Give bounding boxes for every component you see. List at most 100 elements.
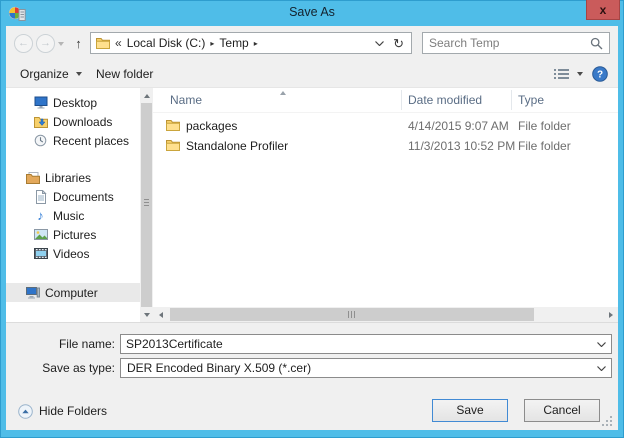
navigation-bar: ← → ↑ « Local Disk (C:) ▸ Temp ▸ ↻ Searc…: [6, 26, 618, 60]
triangle-down-icon: [143, 312, 150, 317]
scrollbar-grip: [144, 199, 149, 206]
file-name: Standalone Profiler: [186, 139, 289, 153]
scroll-right-button[interactable]: [603, 307, 618, 322]
titlebar: Save As x: [0, 0, 624, 26]
sidebar-scrollbar[interactable]: [140, 88, 153, 322]
chevron-down-icon[interactable]: [597, 342, 606, 347]
file-name: packages: [186, 119, 238, 133]
documents-icon: [33, 189, 48, 204]
new-folder-button[interactable]: New folder: [96, 60, 153, 87]
back-icon: ←: [18, 37, 29, 49]
svg-text:?: ?: [597, 70, 603, 81]
save-as-dialog: Save As x ← → ↑ « Local Disk (C:) ▸ Temp…: [0, 0, 624, 438]
forward-button[interactable]: →: [36, 34, 55, 53]
column-header-date-modified[interactable]: Date modified: [408, 88, 482, 112]
organize-label: Organize: [20, 66, 69, 81]
computer-icon: [25, 286, 40, 299]
address-bar-controls: ↻: [375, 37, 406, 50]
sidebar-item-computer[interactable]: Computer: [6, 283, 140, 302]
sidebar-item-label: Documents: [53, 189, 114, 204]
sidebar-item-label: Downloads: [53, 114, 113, 129]
sidebar-item-downloads[interactable]: Downloads: [6, 112, 140, 131]
triangle-right-icon: [608, 311, 613, 318]
address-dropdown-icon[interactable]: [375, 40, 385, 46]
sort-ascending-icon: [280, 91, 286, 95]
scroll-up-button[interactable]: [140, 88, 153, 103]
triangle-left-icon: [158, 311, 163, 318]
back-button[interactable]: ←: [14, 34, 33, 53]
music-icon: ♪: [37, 208, 44, 223]
resize-grip-icon[interactable]: [602, 416, 613, 427]
scrollbar-thumb[interactable]: [170, 308, 534, 321]
search-box[interactable]: [422, 32, 610, 54]
file-list-horizontal-scrollbar[interactable]: [153, 307, 618, 322]
organize-button[interactable]: Organize: [20, 60, 82, 87]
breadcrumb-separator-icon[interactable]: ▸: [254, 39, 258, 48]
command-toolbar: Organize New folder ?: [6, 60, 618, 88]
up-one-level-button[interactable]: ↑: [69, 34, 88, 53]
navigation-sidebar: Desktop Downloads Recent places Librarie…: [6, 88, 140, 322]
save-button[interactable]: Save: [432, 399, 508, 422]
column-header-type[interactable]: Type: [518, 88, 544, 112]
sidebar-item-label: Desktop: [53, 95, 98, 110]
view-list-icon[interactable]: [554, 68, 569, 80]
column-header-name[interactable]: Name: [170, 88, 202, 112]
close-icon: x: [599, 2, 607, 17]
sidebar-item-music[interactable]: ♪ Music: [6, 206, 140, 225]
close-button[interactable]: x: [586, 0, 620, 20]
hide-folders-label: Hide Folders: [39, 404, 108, 418]
recent-locations-dropdown-icon[interactable]: [58, 42, 64, 46]
help-icon[interactable]: ?: [592, 66, 608, 82]
file-row-packages[interactable]: packages 4/14/2015 9:07 AM File folder: [153, 116, 618, 136]
new-folder-label: New folder: [96, 66, 154, 81]
downloads-icon: [33, 116, 48, 128]
chevron-down-icon[interactable]: [597, 366, 606, 371]
save-button-label: Save: [456, 403, 484, 417]
cancel-button-label: Cancel: [543, 403, 581, 417]
hide-folders-button[interactable]: Hide Folders: [18, 401, 107, 421]
search-icon[interactable]: [590, 37, 603, 50]
file-name-combo[interactable]: [120, 334, 612, 354]
folder-icon: [166, 119, 180, 134]
address-bar[interactable]: « Local Disk (C:) ▸ Temp ▸ ↻: [90, 32, 412, 54]
scrollbar-thumb[interactable]: [141, 103, 152, 307]
desktop-icon: [33, 96, 48, 109]
sidebar-item-label: Libraries: [45, 170, 92, 185]
sidebar-item-videos[interactable]: Videos: [6, 244, 140, 263]
sidebar-item-documents[interactable]: Documents: [6, 187, 140, 206]
file-list: Name Date modified Type packages 4/14/20…: [153, 88, 618, 322]
cancel-button[interactable]: Cancel: [524, 399, 600, 422]
save-as-type-combo[interactable]: DER Encoded Binary X.509 (*.cer): [120, 358, 612, 378]
scroll-left-button[interactable]: [153, 307, 168, 322]
file-row-standalone-profiler[interactable]: Standalone Profiler 11/3/2013 10:52 PM F…: [153, 136, 618, 156]
scrollbar-grip: [348, 311, 355, 318]
triangle-up-icon: [143, 93, 150, 98]
column-separator[interactable]: [401, 90, 402, 110]
window-title: Save As: [289, 5, 335, 19]
sidebar-item-libraries[interactable]: Libraries: [6, 168, 140, 187]
search-input[interactable]: [429, 34, 587, 52]
sidebar-item-label: Videos: [53, 246, 90, 261]
file-name-input[interactable]: [126, 336, 586, 352]
scroll-down-button[interactable]: [140, 307, 153, 322]
refresh-icon[interactable]: ↻: [393, 37, 404, 50]
file-name-label: File name:: [58, 337, 115, 351]
sidebar-item-pictures[interactable]: Pictures: [6, 225, 140, 244]
file-date-modified: 11/3/2013 10:52 PM: [408, 139, 516, 153]
column-separator[interactable]: [511, 90, 512, 110]
header-underline: [153, 112, 618, 113]
view-options-dropdown-icon[interactable]: [577, 72, 583, 76]
breadcrumb-local-disk[interactable]: Local Disk (C:): [127, 36, 206, 50]
chevron-down-icon: [75, 71, 82, 76]
sidebar-item-desktop[interactable]: Desktop: [6, 93, 140, 112]
breadcrumb-separator-icon[interactable]: ▸: [210, 39, 214, 48]
breadcrumb-overflow[interactable]: «: [115, 36, 122, 50]
up-arrow-icon: ↑: [75, 36, 82, 51]
dialog-content: ← → ↑ « Local Disk (C:) ▸ Temp ▸ ↻ Searc…: [6, 26, 618, 430]
file-type: File folder: [518, 119, 571, 133]
browser-pane: Desktop Downloads Recent places Librarie…: [6, 88, 618, 322]
forward-icon: →: [40, 37, 51, 49]
sidebar-item-recent-places[interactable]: Recent places: [6, 131, 140, 150]
breadcrumb-temp[interactable]: Temp: [219, 36, 248, 50]
libraries-icon: [25, 171, 40, 184]
